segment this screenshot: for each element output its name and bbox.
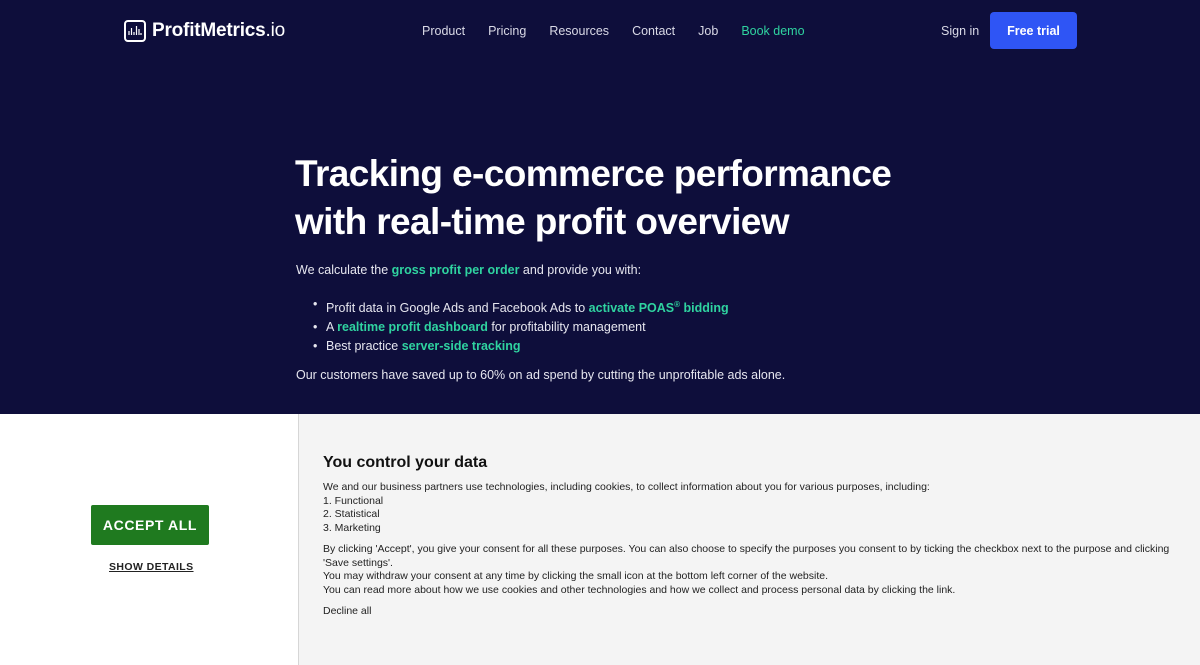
nav-contact[interactable]: Contact: [632, 24, 675, 38]
show-details-link[interactable]: SHOW DETAILS: [109, 561, 194, 573]
free-trial-button[interactable]: Free trial: [990, 12, 1077, 49]
hero-headline: Tracking e-commerce performance with rea…: [295, 150, 935, 246]
main-nav: Product Pricing Resources Contact Job Bo…: [422, 24, 828, 38]
logo-chart-icon: [124, 20, 146, 42]
list-item: Best practice server-side tracking: [313, 337, 729, 356]
intro-prefix: We calculate the: [296, 263, 392, 277]
server-side-tracking-link[interactable]: server-side tracking: [402, 339, 521, 353]
feature-list: Profit data in Google Ads and Facebook A…: [313, 295, 729, 356]
consent-paragraph-3: You can read more about how we use cooki…: [323, 583, 956, 596]
consent-intro: We and our business partners use technol…: [323, 481, 930, 493]
bullet-text: Best practice: [326, 339, 402, 354]
consent-content: You control your data We and our busines…: [323, 454, 1183, 619]
purpose-statistical: 2. Statistical: [323, 508, 380, 521]
nav-job[interactable]: Job: [698, 24, 718, 38]
headline-line-2: with real-time profit overview: [295, 201, 790, 242]
cookie-consent-banner: ACCEPT ALL SHOW DETAILS You control your…: [0, 414, 1200, 665]
bullet-text: A: [326, 320, 338, 335]
logo[interactable]: ProfitMetrics.io: [124, 19, 285, 43]
list-item: A realtime profit dashboard for profitab…: [313, 318, 729, 337]
decline-all-link[interactable]: Decline all: [323, 605, 371, 617]
hero-section: ProfitMetrics.io Product Pricing Resourc…: [0, 0, 1200, 414]
consent-paragraph-2: You may withdraw your consent at any tim…: [323, 570, 829, 583]
intro-suffix: and provide you with:: [519, 263, 642, 277]
nav-product[interactable]: Product: [422, 24, 465, 38]
logo-text: ProfitMetrics.io: [152, 20, 286, 41]
headline-line-1: Tracking e-commerce performance: [295, 153, 892, 194]
purpose-marketing: 3. Marketing: [323, 522, 381, 535]
nav-book-demo[interactable]: Book demo: [741, 24, 804, 38]
list-item: Profit data in Google Ads and Facebook A…: [313, 295, 729, 318]
realtime-dashboard-link[interactable]: realtime profit dashboard: [337, 320, 488, 334]
nav-resources[interactable]: Resources: [549, 24, 609, 38]
activate-poas-link[interactable]: activate POAS® bidding: [589, 300, 729, 315]
savings-text: Our customers have saved up to 60% on ad…: [296, 368, 786, 382]
top-navigation: ProfitMetrics.io Product Pricing Resourc…: [0, 0, 1200, 62]
nav-pricing[interactable]: Pricing: [488, 24, 526, 38]
bullet-text: for profitability management: [487, 320, 646, 335]
hero-intro: We calculate the gross profit per order …: [296, 263, 641, 277]
purpose-functional: 1. Functional: [323, 494, 384, 507]
consent-paragraph-1: By clicking 'Accept', you give your cons…: [323, 542, 1170, 569]
consent-actions: ACCEPT ALL SHOW DETAILS: [0, 414, 299, 665]
sign-in-link[interactable]: Sign in: [941, 24, 979, 38]
accept-all-button[interactable]: ACCEPT ALL: [91, 505, 209, 545]
consent-title: You control your data: [323, 454, 488, 471]
bullet-text: Profit data in Google Ads and Facebook A…: [326, 301, 589, 316]
gross-profit-link[interactable]: gross profit per order: [392, 263, 520, 277]
